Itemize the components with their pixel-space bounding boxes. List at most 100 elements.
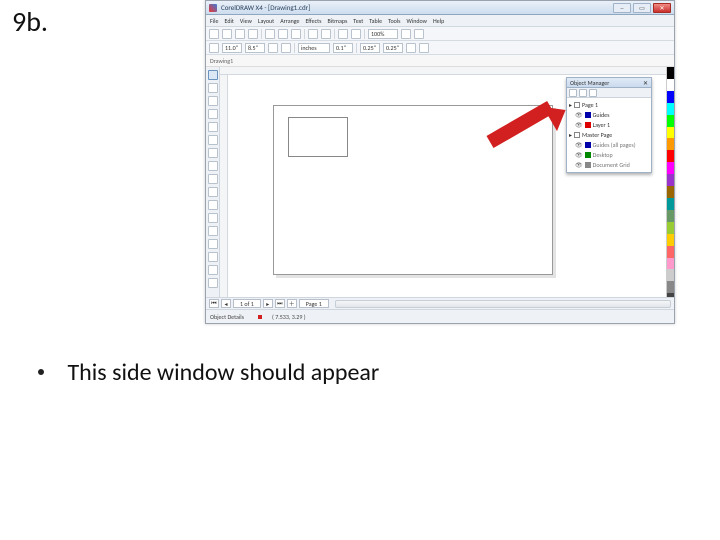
tree-master-page-node[interactable]: ▸ Master Page — [569, 130, 649, 140]
menu-view[interactable]: View — [240, 17, 252, 25]
fill-tool-icon[interactable] — [208, 265, 218, 275]
units-field[interactable]: inches — [298, 43, 330, 53]
eye-icon[interactable]: 👁 — [575, 121, 583, 129]
duplicate-x-field[interactable]: 0.25" — [360, 43, 380, 53]
tree-guides-node[interactable]: 👁 Guides — [569, 110, 649, 120]
options-icon[interactable] — [414, 29, 424, 39]
color-swatch[interactable] — [667, 258, 674, 270]
zoom-tool-icon[interactable] — [208, 109, 218, 119]
color-swatch[interactable] — [667, 138, 674, 150]
menu-file[interactable]: File — [210, 17, 219, 25]
eyedropper-tool-icon[interactable] — [208, 239, 218, 249]
ellipse-tool-icon[interactable] — [208, 161, 218, 171]
menu-layout[interactable]: Layout — [258, 17, 274, 25]
landscape-icon[interactable] — [281, 43, 291, 53]
color-swatch[interactable] — [667, 103, 674, 115]
menu-tools[interactable]: Tools — [388, 17, 400, 25]
import-icon[interactable] — [338, 29, 348, 39]
outline-tool-icon[interactable] — [208, 252, 218, 262]
maximize-button[interactable]: ▭ — [633, 3, 651, 13]
open-icon[interactable] — [222, 29, 232, 39]
color-swatch[interactable] — [667, 115, 674, 127]
page-height-field[interactable]: 8.5" — [245, 43, 265, 53]
menu-table[interactable]: Table — [369, 17, 382, 25]
rectangle-tool-icon[interactable] — [208, 148, 218, 158]
color-swatch[interactable] — [667, 186, 674, 198]
save-icon[interactable] — [235, 29, 245, 39]
text-tool-icon[interactable] — [208, 200, 218, 210]
zoom-level-field[interactable]: 100% — [368, 29, 398, 39]
basic-shapes-tool-icon[interactable] — [208, 187, 218, 197]
cut-icon[interactable] — [265, 29, 275, 39]
shape-tool-icon[interactable] — [208, 83, 218, 93]
horizontal-scrollbar[interactable] — [335, 300, 671, 308]
nudge-field[interactable]: 0.1" — [333, 43, 353, 53]
table-tool-icon[interactable] — [208, 213, 218, 223]
duplicate-y-field[interactable]: 0.25" — [383, 43, 403, 53]
redo-icon[interactable] — [321, 29, 331, 39]
menu-arrange[interactable]: Arrange — [280, 17, 299, 25]
snap-icon[interactable] — [401, 29, 411, 39]
menu-window[interactable]: Window — [407, 17, 427, 25]
color-swatch[interactable] — [667, 222, 674, 234]
tree-grid-node[interactable]: 👁 Document Grid — [569, 160, 649, 170]
new-icon[interactable] — [209, 29, 219, 39]
undo-icon[interactable] — [308, 29, 318, 39]
color-swatch[interactable] — [667, 150, 674, 162]
color-swatch[interactable] — [667, 281, 674, 293]
panel-close-icon[interactable]: ✕ — [643, 79, 648, 87]
layer-manager-view-icon[interactable] — [589, 89, 597, 97]
menu-help[interactable]: Help — [433, 17, 444, 25]
color-swatch[interactable] — [667, 210, 674, 222]
prev-page-button[interactable]: ◂ — [221, 299, 231, 308]
panel-titlebar[interactable]: Object Manager ✕ — [567, 78, 651, 88]
eye-icon[interactable]: 👁 — [575, 151, 583, 159]
print-icon[interactable] — [248, 29, 258, 39]
menu-edit[interactable]: Edit — [225, 17, 234, 25]
color-swatch[interactable] — [667, 174, 674, 186]
color-swatch[interactable] — [667, 91, 674, 103]
polygon-tool-icon[interactable] — [208, 174, 218, 184]
portrait-icon[interactable] — [268, 43, 278, 53]
interactive-fill-tool-icon[interactable] — [208, 278, 218, 288]
tree-page-node[interactable]: ▸ Page 1 — [569, 100, 649, 110]
paste-icon[interactable] — [291, 29, 301, 39]
options-icon[interactable] — [419, 43, 429, 53]
first-page-button[interactable]: ⏮ — [209, 299, 219, 308]
interactive-tool-icon[interactable] — [208, 226, 218, 236]
freehand-tool-icon[interactable] — [208, 122, 218, 132]
color-swatch[interactable] — [667, 79, 674, 91]
smart-fill-tool-icon[interactable] — [208, 135, 218, 145]
drawing-canvas[interactable]: Object Manager ✕ ▸ Page 1 — [228, 75, 666, 305]
next-page-button[interactable]: ▸ — [263, 299, 273, 308]
add-page-button[interactable]: ＋ — [287, 299, 297, 308]
tree-layer1-node[interactable]: 👁 Layer 1 — [569, 120, 649, 130]
options-icon[interactable] — [406, 43, 416, 53]
copy-icon[interactable] — [278, 29, 288, 39]
last-page-button[interactable]: ⏭ — [275, 299, 285, 308]
color-swatch[interactable] — [667, 162, 674, 174]
menu-bitmaps[interactable]: Bitmaps — [328, 17, 348, 25]
minimize-button[interactable]: ─ — [613, 3, 631, 13]
page-width-field[interactable]: 11.0" — [222, 43, 242, 53]
show-properties-icon[interactable] — [569, 89, 577, 97]
page-orientation-icon[interactable] — [209, 43, 219, 53]
color-swatch[interactable] — [667, 246, 674, 258]
edit-across-layers-icon[interactable] — [579, 89, 587, 97]
color-swatch[interactable] — [667, 127, 674, 139]
color-swatch[interactable] — [667, 234, 674, 246]
page-tab[interactable]: Page 1 — [299, 299, 329, 308]
eye-icon[interactable]: 👁 — [575, 111, 583, 119]
eye-icon[interactable]: 👁 — [575, 141, 583, 149]
eye-icon[interactable]: 👁 — [575, 161, 583, 169]
tree-desktop-node[interactable]: 👁 Desktop — [569, 150, 649, 160]
close-button[interactable]: ✕ — [653, 3, 671, 13]
rectangle-object[interactable] — [288, 117, 348, 157]
menu-effects[interactable]: Effects — [306, 17, 322, 25]
color-swatch[interactable] — [667, 198, 674, 210]
menu-text[interactable]: Text — [353, 17, 363, 25]
pick-tool-icon[interactable] — [208, 70, 218, 80]
color-swatch[interactable] — [667, 269, 674, 281]
export-icon[interactable] — [351, 29, 361, 39]
color-swatch[interactable] — [667, 67, 674, 79]
